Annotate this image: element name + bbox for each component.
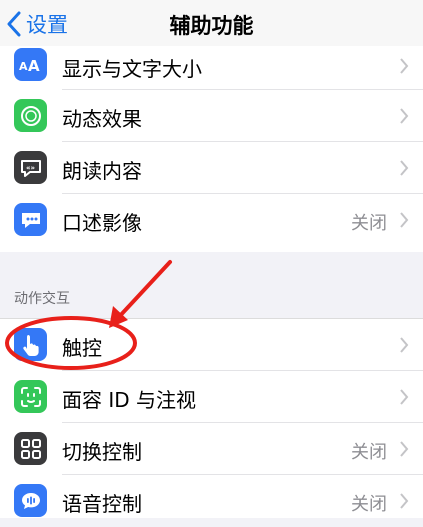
spoken-content-icon: «» [14,151,47,184]
motion-icon [14,99,47,132]
vision-group: AA 显示与文字大小 动态效果 «» 朗读内容 口述影像 关闭 [0,46,423,252]
chevron-right-icon [400,493,409,509]
list-item-audio-description[interactable]: 口述影像 关闭 [0,194,423,246]
status-value: 关闭 [351,442,387,463]
list-item-face-id-attention[interactable]: 面容 ID 与注视 [0,371,423,423]
face-id-icon [14,380,47,413]
list-item-switch-control[interactable]: 切换控制 关闭 [0,423,423,475]
arrow-shaft [116,260,172,320]
chevron-right-icon [400,389,409,405]
chevron-right-icon [400,337,409,353]
section-header: 动作交互 [14,291,70,307]
list-item-display-text-size[interactable]: AA 显示与文字大小 [0,46,423,90]
touch-hand-icon [14,328,47,361]
page-title: 辅助功能 [169,14,254,38]
chevron-right-icon [400,108,409,124]
list-item-touch[interactable]: 触控 [0,319,423,371]
list-item-label: 面容 ID 与注视 [62,388,197,412]
chevron-right-icon [400,441,409,457]
list-item-label: 口述影像 [62,211,142,235]
list-item-label: 动态效果 [62,107,142,131]
list-item-label: 触控 [62,336,102,360]
list-item-motion[interactable]: 动态效果 [0,90,423,142]
svg-text:«»: «» [26,164,35,172]
list-item-spoken-content[interactable]: «» 朗读内容 [0,142,423,194]
navigation-bar: 设置 辅助功能 [0,0,423,46]
status-value: 关闭 [351,213,387,234]
status-value: 关闭 [351,494,387,515]
list-item-label: 语音控制 [62,492,142,516]
voice-control-icon [14,484,47,517]
list-item-label: 切换控制 [62,440,142,464]
list-item-label: 显示与文字大小 [62,57,202,81]
chevron-right-icon [400,212,409,228]
interaction-group: 触控 面容 ID 与注视 切换控制 关闭 语音控制 关闭 [0,318,423,518]
list-item-voice-control[interactable]: 语音控制 关闭 [0,475,423,527]
svg-text:A: A [28,57,40,73]
chevron-right-icon [400,58,409,74]
text-size-icon: AA [14,48,47,81]
svg-text:A: A [19,60,28,73]
switch-control-icon [14,432,47,465]
audio-description-icon [14,203,47,236]
chevron-right-icon [400,160,409,176]
list-item-label: 朗读内容 [62,159,142,183]
